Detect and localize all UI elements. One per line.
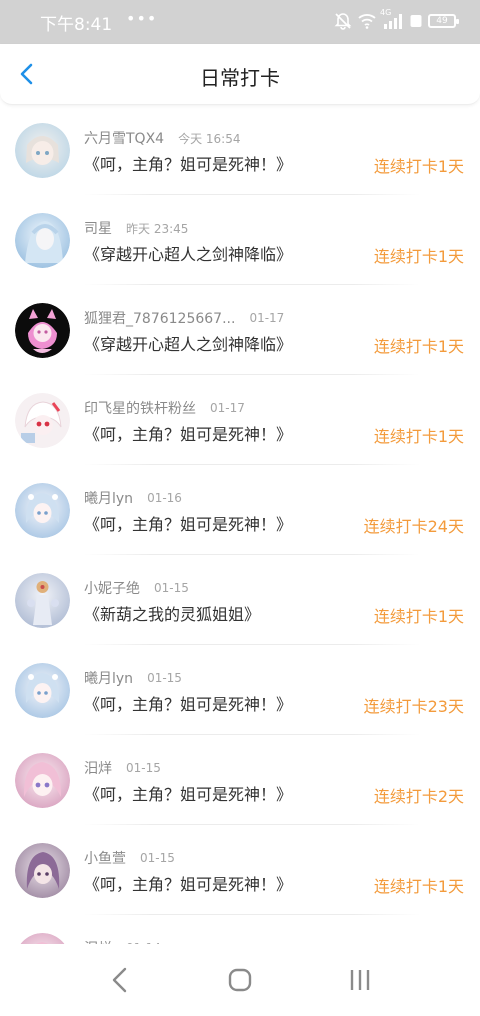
streak-label: 连续打卡1天 (373, 157, 464, 176)
book-title[interactable]: 《呵，主角？姐可是死神！》 (84, 421, 292, 445)
avatar[interactable] (15, 663, 70, 718)
item-meta: 小妮子绝 01-15 (84, 579, 189, 597)
nav-back-button[interactable] (100, 962, 140, 998)
checkin-time: 01-15 (154, 581, 189, 595)
checkin-time: 昨天 23:45 (126, 221, 189, 236)
app-header: 日常打卡 (0, 44, 480, 105)
item-meta: 司星 昨天 23:45 (84, 219, 188, 237)
user-name[interactable]: 印飞星的铁杆粉丝 (84, 398, 196, 418)
book-title[interactable]: 《穿越开心超人之剑神降临》 (84, 241, 292, 265)
list-item[interactable]: 印飞星的铁杆粉丝 01-17 《呵，主角？姐可是死神！》 连续打卡1天 (0, 375, 480, 465)
avatar[interactable] (15, 573, 70, 628)
back-icon (112, 967, 127, 993)
mute-bell-icon (334, 12, 352, 30)
avatar[interactable] (15, 483, 70, 538)
streak-label: 连续打卡2天 (373, 787, 464, 806)
avatar[interactable] (15, 393, 70, 448)
streak-label: 连续打卡1天 (373, 427, 464, 446)
user-name[interactable]: 曦月lyn (84, 668, 133, 688)
battery-icon: 49 (428, 14, 459, 28)
book-title[interactable]: 《新葫之我的灵狐姐姐》 (84, 601, 260, 625)
book-title[interactable]: 《呵，主角？姐可是死神！》 (84, 871, 292, 895)
system-nav-bar (0, 944, 480, 1016)
status-more-dots: ••• (126, 9, 158, 28)
item-meta: 印飞星的铁杆粉丝 01-17 (84, 399, 245, 417)
item-meta: 曦月lyn 01-15 (84, 669, 182, 687)
checkin-time: 01-15 (126, 761, 161, 775)
list-item[interactable]: 曦月lyn 01-15 《呵，主角？姐可是死神！》 连续打卡23天 (0, 645, 480, 735)
streak-label: 连续打卡1天 (373, 247, 464, 266)
avatar[interactable] (15, 213, 70, 268)
book-title[interactable]: 《呵，主角？姐可是死神！》 (84, 151, 292, 175)
avatar[interactable] (15, 303, 70, 358)
user-name[interactable]: 汨烊 (84, 758, 112, 778)
list-item[interactable]: 小鱼萱 01-15 《呵，主角？姐可是死神！》 连续打卡1天 (0, 825, 480, 915)
list-item[interactable]: 司星 昨天 23:45 《穿越开心超人之剑神降临》 连续打卡1天 (0, 195, 480, 285)
checkin-time: 01-17 (249, 311, 285, 325)
streak-label: 连续打卡1天 (373, 877, 464, 896)
list-item[interactable]: 汨烊 01-15 《呵，主角？姐可是死神！》 连续打卡2天 (0, 735, 480, 825)
book-title[interactable]: 《呵，主角？姐可是死神！》 (84, 691, 292, 715)
item-meta: 小鱼萱 01-15 (84, 849, 175, 867)
user-name[interactable]: 小鱼萱 (84, 848, 126, 868)
streak-label: 连续打卡24天 (363, 517, 464, 536)
checkin-time: 01-17 (210, 401, 245, 415)
user-name[interactable]: 司星 (84, 218, 112, 238)
nav-home-button[interactable] (220, 962, 260, 998)
checkin-time: 今天 16:54 (178, 131, 241, 146)
book-title[interactable]: 《呵，主角？姐可是死神！》 (84, 781, 292, 805)
hd-badge-icon (410, 14, 422, 28)
user-name[interactable]: 小妮子绝 (84, 578, 140, 598)
home-icon (228, 968, 252, 992)
item-meta: 汨烊 01-15 (84, 759, 161, 777)
item-meta: 六月雪TQX4 今天 16:54 (84, 129, 240, 147)
item-meta: 曦月lyn 01-16 (84, 489, 182, 507)
streak-label: 连续打卡1天 (373, 337, 464, 356)
avatar[interactable] (15, 123, 70, 178)
book-title[interactable]: 《呵，主角？姐可是死神！》 (84, 511, 292, 535)
status-icons: 4G 49 (334, 8, 459, 32)
list-item[interactable]: 汨烊 01-14 (0, 915, 480, 945)
checkin-time: 01-16 (147, 491, 182, 505)
avatar[interactable] (15, 753, 70, 808)
checkin-time: 01-15 (140, 851, 175, 865)
checkin-time: 01-15 (147, 671, 182, 685)
streak-label: 连续打卡1天 (373, 607, 464, 626)
wifi-icon (358, 13, 376, 29)
streak-label: 连续打卡23天 (363, 697, 464, 716)
list-item[interactable]: 曦月lyn 01-16 《呵，主角？姐可是死神！》 连续打卡24天 (0, 465, 480, 555)
recents-icon (350, 970, 370, 990)
avatar[interactable] (15, 843, 70, 898)
cellular-signal-icon: 4G (380, 8, 404, 29)
status-time: 下午8:41 (40, 15, 113, 35)
page-title: 日常打卡 (200, 66, 280, 90)
network-type-label: 4G (380, 8, 392, 17)
user-name[interactable]: 六月雪TQX4 (84, 128, 164, 148)
checkin-list[interactable]: 六月雪TQX4 今天 16:54 《呵，主角？姐可是死神！》 连续打卡1天 司星… (0, 105, 480, 945)
battery-level: 49 (436, 16, 448, 26)
user-name[interactable]: 狐狸君_7876125667... (84, 308, 235, 328)
user-name[interactable]: 曦月lyn (84, 488, 133, 508)
book-title[interactable]: 《穿越开心超人之剑神降临》 (84, 331, 292, 355)
status-bar: 下午8:41 ••• 4G 49 (0, 0, 480, 44)
list-item[interactable]: 狐狸君_7876125667... 01-17 《穿越开心超人之剑神降临》 连续… (0, 285, 480, 375)
list-item[interactable]: 六月雪TQX4 今天 16:54 《呵，主角？姐可是死神！》 连续打卡1天 (0, 105, 480, 195)
list-item[interactable]: 小妮子绝 01-15 《新葫之我的灵狐姐姐》 连续打卡1天 (0, 555, 480, 645)
nav-recents-button[interactable] (340, 962, 380, 998)
item-meta: 狐狸君_7876125667... 01-17 (84, 309, 284, 327)
